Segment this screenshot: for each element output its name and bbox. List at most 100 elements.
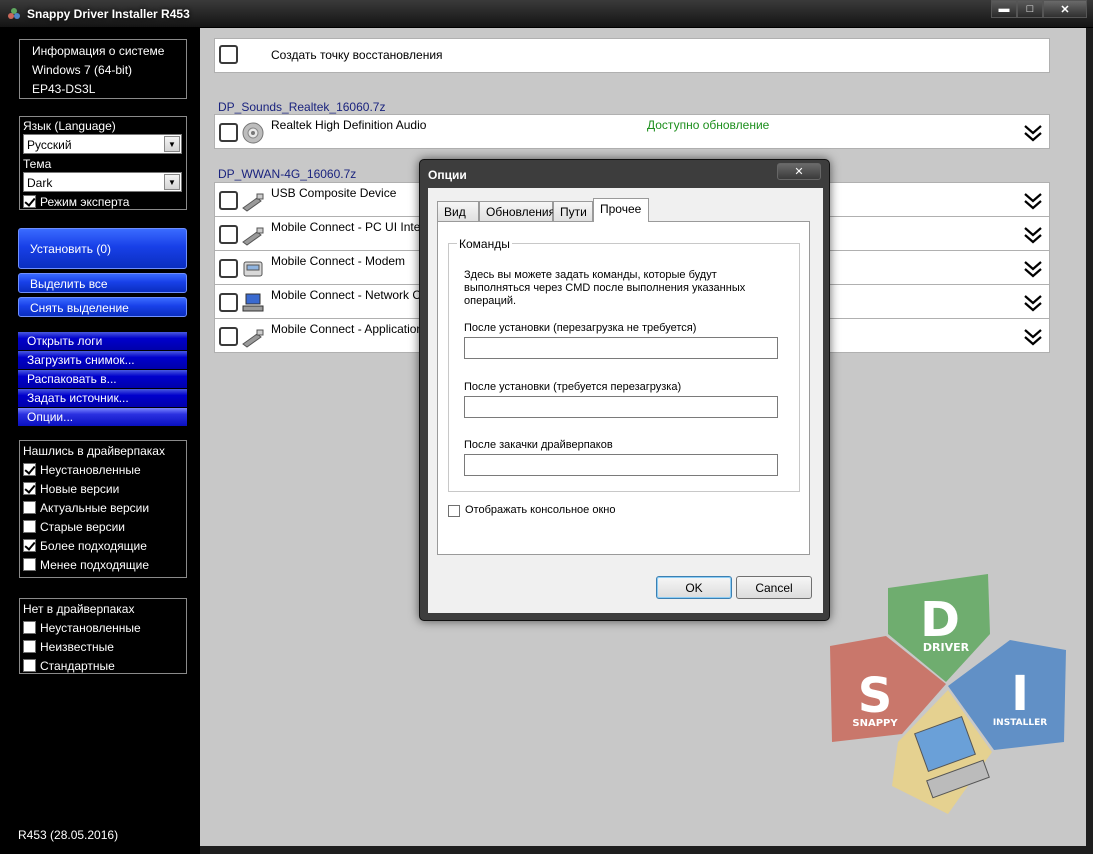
tab-paths[interactable]: Пути <box>553 201 593 221</box>
load-snapshot-label: Загрузить снимок... <box>27 353 135 367</box>
options-button[interactable]: Опции... <box>18 408 187 426</box>
restore-point-checkbox[interactable] <box>219 45 238 64</box>
logo-d-word: DRIVER <box>923 641 970 654</box>
driver-status: Доступно обновление <box>647 118 770 132</box>
system-info-label: Информация о системе <box>32 44 165 58</box>
tab-other[interactable]: Прочее <box>593 198 649 222</box>
set-source-button[interactable]: Задать источник... <box>18 389 187 407</box>
tab-updates[interactable]: Обновления <box>479 201 555 221</box>
console-window-checkbox[interactable] <box>448 505 460 517</box>
open-logs-button[interactable]: Открыть логи <box>18 332 187 350</box>
driver-name: Mobile Connect - Modem <box>271 254 406 268</box>
filter-checkbox[interactable] <box>23 621 36 634</box>
chevron-down-icon[interactable] <box>1024 294 1042 312</box>
expert-mode-checkbox[interactable] <box>23 195 36 208</box>
after-download-label: После закачки драйверпаков <box>464 439 613 451</box>
select-all-label: Выделить все <box>30 277 108 291</box>
filter-checkbox[interactable] <box>23 539 36 552</box>
filters-missing-box: Нет в драйверпаках Неустановленные Неизв… <box>19 598 187 674</box>
chevron-down-icon[interactable] <box>1024 328 1042 346</box>
commands-group-title: Команды <box>457 237 512 251</box>
filter-checkbox[interactable] <box>23 482 36 495</box>
filter-checkbox[interactable] <box>23 463 36 476</box>
driver-name: Realtek High Definition Audio <box>271 118 427 132</box>
dialog-content: Вид Обновления Пути Прочее Команды Здесь… <box>428 188 823 613</box>
cancel-button[interactable]: Cancel <box>736 576 812 599</box>
logo-s-word: SNAPPY <box>852 718 898 729</box>
after-install-reboot-label: После установки (требуется перезагрузка) <box>464 381 682 393</box>
theme-select[interactable]: Dark ▼ <box>23 172 182 192</box>
chevron-down-icon[interactable]: ▼ <box>164 174 180 190</box>
modem-icon <box>243 261 263 277</box>
minimize-button[interactable]: ▬ <box>991 0 1017 18</box>
filters-missing-title: Нет в драйверпаках <box>23 602 135 616</box>
after-install-reboot-input[interactable] <box>464 396 778 418</box>
deselect-all-label: Снять выделение <box>30 301 129 315</box>
driver-row[interactable]: Realtek High Definition Audio Доступно о… <box>214 114 1050 149</box>
restore-point-row[interactable]: Создать точку восстановления <box>214 38 1050 73</box>
filter-label: Новые версии <box>40 482 120 496</box>
filters-found-box: Нашлись в драйверпаках Неустановленные Н… <box>19 440 187 578</box>
sdi-logo: D DRIVER S SNAPPY I INSTALLER <box>830 574 1066 814</box>
board-info: EP43-DS3L <box>32 82 96 96</box>
driverpack-name: DP_WWAN-4G_16060.7z <box>218 167 357 181</box>
filter-label: Неустановленные <box>40 621 141 635</box>
window-border <box>1086 28 1093 854</box>
chevron-down-icon[interactable] <box>1024 260 1042 278</box>
driver-checkbox[interactable] <box>219 327 238 346</box>
after-download-input[interactable] <box>464 454 778 476</box>
driver-checkbox[interactable] <box>219 293 238 312</box>
load-snapshot-button[interactable]: Загрузить снимок... <box>18 351 187 369</box>
app-icon <box>8 8 20 19</box>
filter-checkbox[interactable] <box>23 520 36 533</box>
usb-icon <box>242 227 264 246</box>
commands-group: Команды Здесь вы можете задать команды, … <box>448 237 800 492</box>
filter-checkbox[interactable] <box>23 640 36 653</box>
logo-s-letter: S <box>858 668 893 724</box>
tab-panel-other: Команды Здесь вы можете задать команды, … <box>437 221 810 555</box>
driver-checkbox[interactable] <box>219 191 238 210</box>
window-title: Snappy Driver Installer R453 <box>27 7 190 21</box>
dialog-close-button[interactable]: ✕ <box>777 163 821 180</box>
filter-label: Неустановленные <box>40 463 141 477</box>
maximize-button[interactable]: □ <box>1017 0 1043 18</box>
title-bar: Snappy Driver Installer R453 ▬ □ ✕ <box>0 0 1093 28</box>
tab-label: Вид <box>444 205 466 219</box>
logo-d-letter: D <box>920 592 960 648</box>
close-button[interactable]: ✕ <box>1043 0 1087 18</box>
expert-mode-label: Режим эксперта <box>40 195 130 209</box>
system-info-box[interactable]: Информация о системе Windows 7 (64-bit) … <box>19 39 187 99</box>
filter-checkbox[interactable] <box>23 659 36 672</box>
options-label: Опции... <box>27 410 74 424</box>
chevron-down-icon[interactable] <box>1024 226 1042 244</box>
driver-checkbox[interactable] <box>219 225 238 244</box>
extract-to-label: Распаковать в... <box>27 372 117 386</box>
tab-view[interactable]: Вид <box>437 201 479 221</box>
restore-point-label: Создать точку восстановления <box>271 48 443 62</box>
after-install-input[interactable] <box>464 337 778 359</box>
install-button[interactable]: Установить (0) <box>18 228 187 269</box>
chevron-down-icon[interactable] <box>1024 192 1042 210</box>
filter-checkbox[interactable] <box>23 558 36 571</box>
commands-description: Здесь вы можете задать команды, которые … <box>464 269 717 281</box>
network-icon <box>242 293 264 312</box>
chevron-down-icon[interactable]: ▼ <box>164 136 180 152</box>
driver-name: Mobile Connect - Network C <box>271 288 422 302</box>
language-select[interactable]: Русский ▼ <box>23 134 182 154</box>
driver-name: Mobile Connect - Application <box>271 322 424 336</box>
select-all-button[interactable]: Выделить все <box>18 273 187 293</box>
dialog-title: Опции <box>428 168 467 182</box>
ok-button[interactable]: OK <box>656 576 732 599</box>
chevron-down-icon[interactable] <box>1024 124 1042 142</box>
driver-checkbox[interactable] <box>219 123 238 142</box>
extract-to-button[interactable]: Распаковать в... <box>18 370 187 388</box>
settings-box: Язык (Language) Русский ▼ Тема Dark ▼ Ре… <box>19 116 187 210</box>
driverpack-name: DP_Sounds_Realtek_16060.7z <box>218 100 386 114</box>
theme-label: Тема <box>23 157 52 171</box>
driver-checkbox[interactable] <box>219 259 238 278</box>
filter-label: Более подходящие <box>40 539 147 553</box>
deselect-all-button[interactable]: Снять выделение <box>18 297 187 317</box>
filter-label: Неизвестные <box>40 640 114 654</box>
driver-name: USB Composite Device <box>271 186 397 200</box>
filter-checkbox[interactable] <box>23 501 36 514</box>
